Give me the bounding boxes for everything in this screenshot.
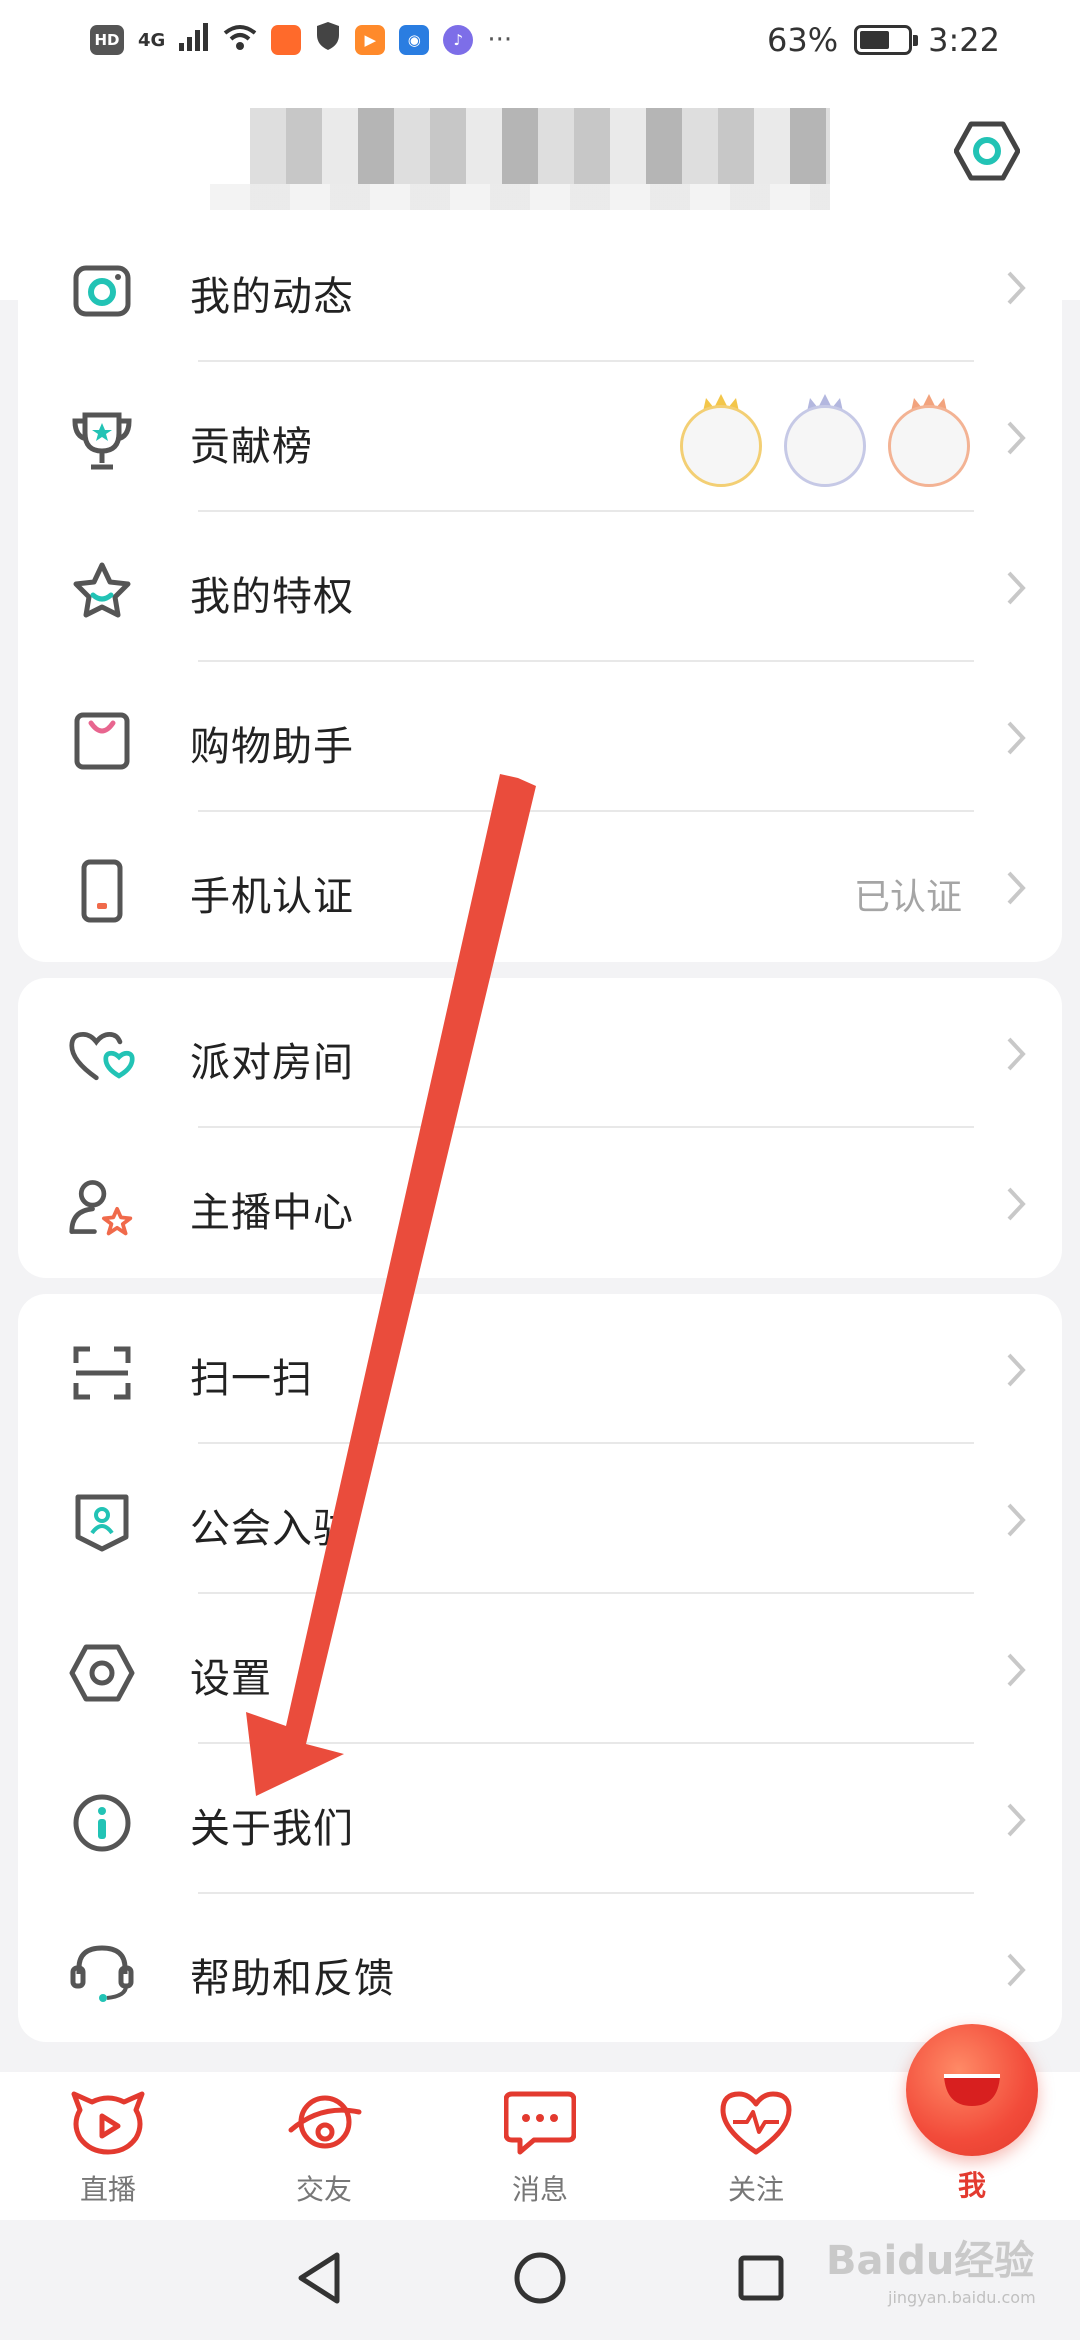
star-icon bbox=[68, 557, 136, 625]
watermark-logo: Baidu经验 bbox=[826, 2238, 1035, 2284]
message-icon bbox=[503, 2090, 577, 2160]
info-icon bbox=[68, 1789, 136, 1857]
bulb-app-icon: ◉ bbox=[399, 25, 430, 55]
trophy-icon bbox=[68, 407, 136, 475]
nav-item-live[interactable]: 直播 bbox=[0, 2072, 216, 2220]
nav-label: 交友 bbox=[295, 2173, 352, 2206]
me-icon[interactable] bbox=[906, 2024, 1038, 2156]
menu-item-label: 设置 bbox=[190, 1656, 272, 1702]
menu-item-my-privileges[interactable]: 我的特权 bbox=[18, 512, 1062, 662]
menu-item-label: 我的特权 bbox=[190, 574, 354, 620]
nav-item-messages[interactable]: 消息 bbox=[432, 2072, 648, 2220]
menu-item-label: 手机认证 bbox=[190, 874, 354, 920]
hd-icon: HD bbox=[90, 25, 124, 55]
shield-icon bbox=[315, 21, 341, 59]
menu-item-guild-join[interactable]: 公会入驻 bbox=[18, 1444, 1062, 1594]
menu-item-shopping-assistant[interactable]: 购物助手 bbox=[18, 662, 1062, 812]
recents-icon[interactable] bbox=[737, 2254, 785, 2306]
menu-item-phone-verification[interactable]: 手机认证 已认证 bbox=[18, 812, 1062, 962]
contributor-avatars[interactable] bbox=[680, 392, 970, 487]
phone-icon bbox=[68, 857, 136, 925]
camera-icon bbox=[68, 257, 136, 325]
verification-status: 已认证 bbox=[853, 877, 962, 918]
nav-label: 消息 bbox=[511, 2173, 568, 2206]
menu-item-label: 购物助手 bbox=[190, 724, 354, 770]
menu-item-party-room[interactable]: 派对房间 bbox=[18, 978, 1062, 1128]
headset-icon bbox=[68, 1939, 136, 2007]
anchor-star-icon bbox=[68, 1173, 136, 1241]
chevron-right-icon bbox=[996, 718, 1036, 758]
guild-icon bbox=[68, 1489, 136, 1557]
chevron-right-icon bbox=[996, 1950, 1036, 1990]
avatar-bronze[interactable] bbox=[888, 392, 970, 487]
menu-item-label: 关于我们 bbox=[190, 1806, 354, 1852]
nav-item-follow[interactable]: 关注 bbox=[648, 2072, 864, 2220]
music-app-icon: ♪ bbox=[443, 25, 474, 55]
chevron-right-icon bbox=[996, 418, 1036, 458]
status-bar: HD 4G ▶ ◉ ♪ ··· 63% 3:22 bbox=[0, 0, 1080, 80]
battery-percent: 63% bbox=[767, 21, 839, 59]
menu-item-about-us[interactable]: 关于我们 bbox=[18, 1744, 1062, 1894]
video-app-icon: ▶ bbox=[355, 25, 386, 55]
chevron-right-icon bbox=[996, 1800, 1036, 1840]
settings-icon[interactable] bbox=[954, 118, 1020, 184]
nav-label: 关注 bbox=[727, 2173, 784, 2206]
menu-item-label: 主播中心 bbox=[190, 1190, 354, 1236]
party-heart-icon bbox=[68, 1023, 136, 1091]
shopping-bag-icon bbox=[68, 707, 136, 775]
heart-pulse-icon bbox=[719, 2090, 793, 2160]
menu-card-1: 我的动态 贡献榜 我的特权 购物助手 手机认证 已认证 bbox=[18, 210, 1062, 962]
menu-item-label: 公会入驻 bbox=[190, 1506, 354, 1552]
live-icon bbox=[70, 2090, 146, 2160]
signal-icon bbox=[179, 21, 209, 59]
wifi-icon bbox=[223, 21, 257, 59]
avatar-gold[interactable] bbox=[680, 392, 762, 487]
status-icons: HD 4G ▶ ◉ ♪ ··· bbox=[90, 21, 512, 59]
menu-card-3: 扫一扫 公会入驻 设置 关于我们 帮助和反馈 bbox=[18, 1294, 1062, 2042]
chevron-right-icon bbox=[996, 1500, 1036, 1540]
menu-card-2: 派对房间 主播中心 bbox=[18, 978, 1062, 1278]
friends-icon bbox=[285, 2090, 363, 2160]
chevron-right-icon bbox=[996, 1350, 1036, 1390]
nav-item-friends[interactable]: 交友 bbox=[216, 2072, 432, 2220]
chevron-right-icon bbox=[996, 1034, 1036, 1074]
more-icon: ··· bbox=[487, 25, 513, 55]
menu-item-contribution-rank[interactable]: 贡献榜 bbox=[18, 362, 1062, 512]
network-label: 4G bbox=[138, 29, 166, 51]
menu-item-settings[interactable]: 设置 bbox=[18, 1594, 1062, 1744]
chevron-right-icon bbox=[996, 568, 1036, 608]
watermark-url: jingyan.baidu.com bbox=[888, 2288, 1036, 2307]
chevron-right-icon bbox=[996, 868, 1036, 908]
menu-item-anchor-center[interactable]: 主播中心 bbox=[18, 1128, 1062, 1278]
chevron-right-icon bbox=[996, 1184, 1036, 1224]
chevron-right-icon bbox=[996, 268, 1036, 308]
menu-item-label: 贡献榜 bbox=[190, 424, 313, 470]
avatar-silver[interactable] bbox=[784, 392, 866, 487]
menu-item-label: 派对房间 bbox=[190, 1040, 354, 1086]
blurred-username bbox=[250, 108, 830, 184]
scan-icon bbox=[68, 1339, 136, 1407]
chevron-right-icon bbox=[996, 1650, 1036, 1690]
menu-item-scan[interactable]: 扫一扫 bbox=[18, 1294, 1062, 1444]
nav-label: 我 bbox=[957, 2169, 986, 2202]
app-notification-icon bbox=[271, 25, 302, 55]
clock: 3:22 bbox=[928, 21, 1000, 59]
menu-item-help-feedback[interactable]: 帮助和反馈 bbox=[18, 1894, 1062, 2044]
settings-hex-icon bbox=[68, 1639, 136, 1707]
menu-item-label: 我的动态 bbox=[190, 274, 354, 320]
back-icon[interactable] bbox=[295, 2251, 343, 2309]
nav-label: 直播 bbox=[79, 2173, 136, 2206]
menu-item-label: 扫一扫 bbox=[190, 1356, 313, 1402]
menu-item-my-moments[interactable]: 我的动态 bbox=[18, 212, 1062, 362]
menu-item-label: 帮助和反馈 bbox=[190, 1956, 395, 2002]
home-icon[interactable] bbox=[513, 2251, 567, 2309]
battery-icon bbox=[854, 25, 919, 55]
